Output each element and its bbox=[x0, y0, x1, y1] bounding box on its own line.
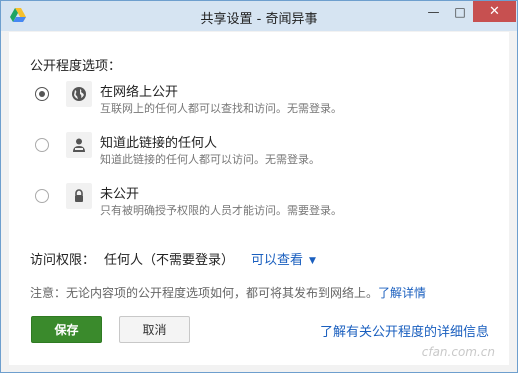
maximize-button[interactable]: □ bbox=[447, 1, 473, 22]
close-button[interactable]: ✕ bbox=[473, 1, 516, 22]
option-public-on-web[interactable]: 在网络上公开 互联网上的任何人都可以查找和访问。无需登录。 bbox=[9, 81, 509, 121]
radio-private[interactable] bbox=[35, 189, 49, 203]
permission-dropdown[interactable]: 可以查看 ▼ bbox=[251, 249, 316, 268]
title-bar[interactable]: 共享设置 - 奇闻异事 — □ ✕ bbox=[1, 1, 517, 31]
option-description: 知道此链接的任何人都可以访问。无需登录。 bbox=[100, 153, 320, 166]
notice-text: 注意：无论内容项的公开程度选项如何，都可将其发布到网络上。 bbox=[30, 286, 379, 300]
globe-icon bbox=[66, 81, 92, 107]
option-title: 在网络上公开 bbox=[100, 85, 179, 100]
option-title: 知道此链接的任何人 bbox=[100, 136, 218, 151]
permission-dropdown-label: 可以查看 bbox=[251, 253, 304, 268]
radio-public-on-web[interactable] bbox=[35, 87, 49, 101]
chevron-down-icon: ▼ bbox=[309, 256, 316, 266]
option-description: 只有被明确授予权限的人员才能访问。需要登录。 bbox=[100, 204, 342, 217]
share-settings-window: 共享设置 - 奇闻异事 — □ ✕ 公开程度选项： 在网络上公开 互联网上的任何… bbox=[0, 0, 518, 373]
save-button[interactable]: 保存 bbox=[31, 316, 102, 343]
learn-details-link[interactable]: 了解详情 bbox=[378, 286, 426, 300]
learn-more-visibility-link[interactable]: 了解有关公开程度的详细信息 bbox=[320, 321, 489, 340]
minimize-button[interactable]: — bbox=[420, 1, 447, 22]
person-link-icon bbox=[66, 132, 92, 158]
visibility-options-label: 公开程度选项： bbox=[30, 59, 122, 74]
access-label: 访问权限： bbox=[30, 253, 96, 268]
access-value: 任何人（不需要登录） bbox=[104, 253, 235, 268]
radio-anyone-with-link[interactable] bbox=[35, 138, 49, 152]
cancel-button[interactable]: 取消 bbox=[119, 316, 190, 343]
lock-icon bbox=[66, 183, 92, 209]
dialog-content: 公开程度选项： 在网络上公开 互联网上的任何人都可以查找和访问。无需登录。 知道… bbox=[9, 32, 509, 365]
option-description: 互联网上的任何人都可以查找和访问。无需登录。 bbox=[100, 102, 342, 115]
watermark: cfan.com.cn bbox=[421, 345, 495, 359]
publish-notice: 注意：无论内容项的公开程度选项如何，都可将其发布到网络上。了解详情 bbox=[30, 284, 426, 301]
option-anyone-with-link[interactable]: 知道此链接的任何人 知道此链接的任何人都可以访问。无需登录。 bbox=[9, 132, 509, 172]
option-private[interactable]: 未公开 只有被明确授予权限的人员才能访问。需要登录。 bbox=[9, 183, 509, 223]
option-title: 未公开 bbox=[100, 187, 140, 202]
